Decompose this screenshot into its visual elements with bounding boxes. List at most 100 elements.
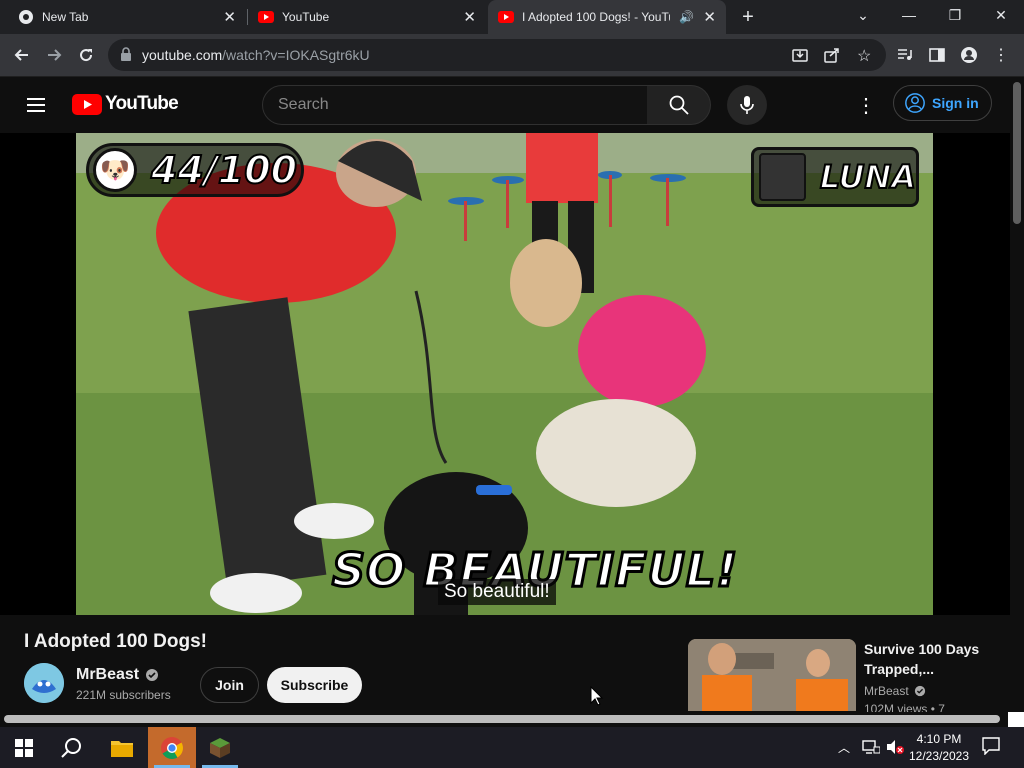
closed-caption: So beautiful! [438,579,556,605]
settings-menu-icon[interactable]: ⋮ [856,93,876,117]
recommended-thumbnail-image [688,639,856,711]
start-button[interactable] [0,727,48,768]
media-controls-icon[interactable] [890,40,920,70]
address-bar[interactable]: youtube.com/watch?v=IOKASgtr6kU ☆ [108,39,886,71]
dog-name: LUNA [819,157,917,197]
show-hidden-icons-icon[interactable]: ︿ [838,739,850,756]
share-icon[interactable] [824,47,840,68]
tab-title: New Tab [42,10,89,24]
recommended-channel-text: MrBeast [864,684,909,698]
minecraft-taskbar-button[interactable] [196,727,244,768]
close-tab-icon[interactable]: ✕ [703,8,716,26]
notifications-icon[interactable] [982,737,1000,760]
recommended-video-thumbnail[interactable] [688,639,856,711]
close-window-button[interactable]: ✕ [978,0,1024,30]
forward-arrow-icon [48,49,62,61]
browser-menu-icon[interactable]: ⋮ [986,40,1016,70]
voice-search-button[interactable] [727,85,767,125]
vertical-scrollbar-thumb[interactable] [1013,82,1021,224]
reload-icon [80,49,93,62]
browser-tab-strip: New Tab ✕ YouTube ✕ I Adopted 100 Dogs! … [0,0,1024,34]
minimize-button[interactable]: — [886,0,932,30]
mouse-cursor-icon [590,686,604,706]
file-explorer-button[interactable] [98,727,146,768]
youtube-logo-icon [72,93,102,115]
chrome-icon [18,9,34,25]
search-icon [669,95,689,115]
lock-icon[interactable] [120,47,132,66]
profile-icon[interactable] [954,40,984,70]
youtube-masthead: YouTube ⋮ Sign in [0,77,1024,133]
close-tab-icon[interactable]: ✕ [463,8,476,26]
logo-text: YouTube [105,93,179,114]
youtube-logo[interactable]: YouTube [72,93,179,115]
microphone-icon [740,96,754,114]
verified-badge-icon [914,685,925,697]
folder-icon [111,740,133,757]
hamburger-icon [27,98,45,112]
dog-counter: 44/100 [150,147,298,193]
browser-toolbar: youtube.com/watch?v=IOKASgtr6kU ☆ ⋮ [0,34,1024,77]
sign-in-button[interactable]: Sign in [893,85,992,121]
restore-button[interactable]: ❐ [932,0,978,30]
account-icon [905,93,925,113]
subscribe-button[interactable]: Subscribe [267,667,362,703]
search-icon [61,737,81,758]
speaker-icon[interactable]: 🔊 [679,10,694,24]
recommended-video-meta: 102M views • 7 [864,702,945,712]
channel-avatar[interactable] [24,663,64,703]
url-text[interactable]: youtube.com/watch?v=IOKASgtr6kU [142,47,370,63]
search-input[interactable] [278,96,618,114]
sign-in-label: Sign in [932,95,979,111]
back-arrow-icon [14,49,28,61]
system-clock[interactable]: 4:10 PM 12/23/2023 [902,731,976,765]
reload-button[interactable] [71,40,101,70]
video-frame[interactable]: 🐶 44/100 LUNA SO BEAUTIFUL! So beautiful… [76,133,933,615]
forward-button[interactable] [39,40,69,70]
tab-new-tab[interactable]: New Tab ✕ [8,0,246,34]
clock-date: 12/23/2023 [908,749,970,763]
recommended-video-title[interactable]: Survive 100 Days Trapped,... [864,639,999,679]
taskbar-search-button[interactable] [48,727,96,768]
recommended-channel[interactable]: MrBeast [864,684,926,698]
tab-title: YouTube [282,10,330,24]
chrome-taskbar-button[interactable] [148,727,196,768]
back-button[interactable] [7,40,37,70]
youtube-icon [258,9,274,25]
tab-active-video[interactable]: I Adopted 100 Dogs! - YouTube 🔊 ✕ [488,0,726,34]
dog-thumbnail [759,153,806,201]
search-box[interactable] [262,85,648,125]
windows-taskbar: ︿ 4:10 PM 12/23/2023 [0,727,1024,768]
url-path: /watch?v=IOKASgtr6kU [222,47,370,63]
dog-name-badge: LUNA [751,147,919,207]
bookmark-star-icon[interactable]: ☆ [857,46,871,66]
guide-menu-button[interactable] [24,93,48,117]
windows-logo-icon [15,738,33,757]
dog-face-icon: 🐶 [93,148,137,192]
horizontal-scrollbar-thumb[interactable] [4,715,1000,723]
join-button[interactable]: Join [200,667,259,703]
scroll-corner [1008,712,1024,727]
channel-name-text: MrBeast [76,666,140,683]
verified-badge-icon [146,669,159,681]
channel-name[interactable]: MrBeast [76,666,159,684]
close-tab-icon[interactable]: ✕ [223,8,236,26]
mrbeast-logo-icon [24,663,64,703]
side-panel-icon[interactable] [922,40,952,70]
new-tab-button[interactable]: + [733,2,763,32]
tab-title: I Adopted 100 Dogs! - YouTube [522,10,670,24]
dog-counter-badge: 🐶 44/100 [86,143,304,197]
video-player[interactable]: 🐶 44/100 LUNA SO BEAUTIFUL! So beautiful… [0,133,1010,615]
video-title: I Adopted 100 Dogs! [24,631,207,652]
install-app-icon[interactable] [792,47,808,68]
network-icon[interactable] [862,739,881,760]
grass-block-icon [210,737,230,758]
url-host: youtube.com [142,47,223,63]
clock-time: 4:10 PM [916,732,962,746]
search-button[interactable] [647,85,711,125]
tab-search-button[interactable]: ⌄ [840,0,886,30]
subscriber-count: 221M subscribers [76,688,171,702]
tab-youtube[interactable]: YouTube ✕ [248,0,486,34]
chrome-icon [161,736,183,759]
youtube-icon [498,9,514,25]
